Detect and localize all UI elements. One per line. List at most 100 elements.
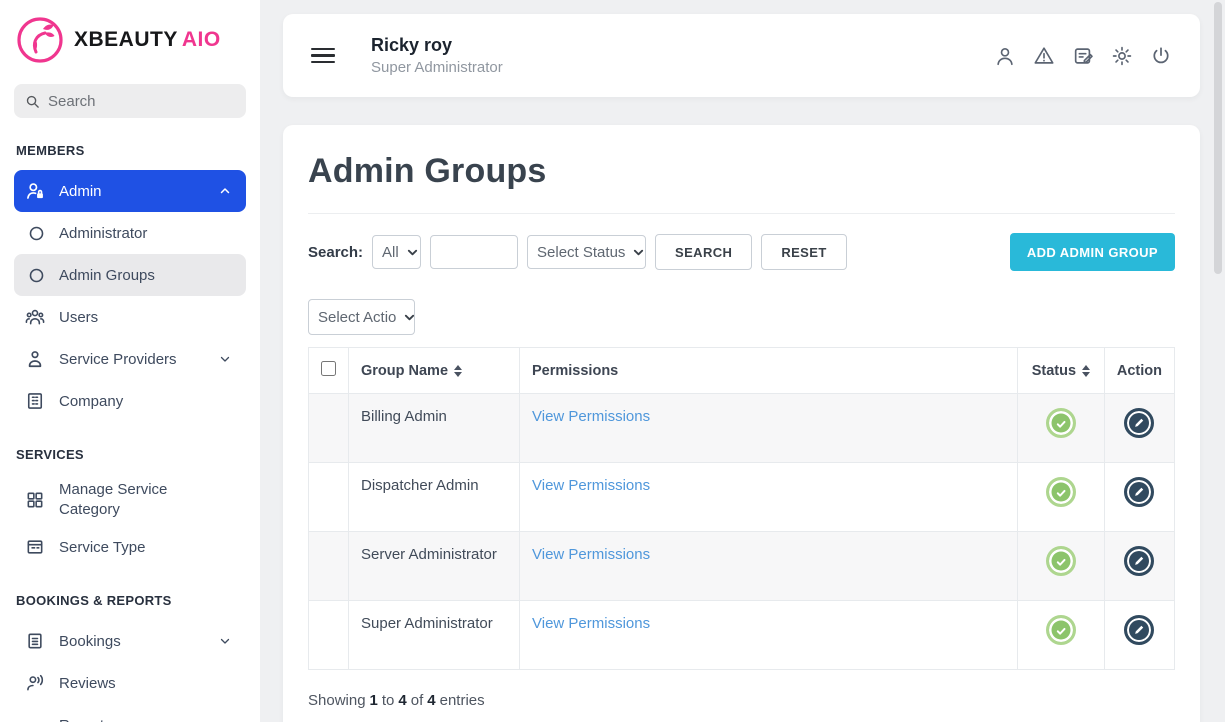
entries-text: of	[411, 692, 424, 709]
users-icon	[25, 307, 45, 327]
column-label: Permissions	[532, 363, 618, 379]
group-name-cell: Super Administrator	[349, 601, 520, 670]
sort-icon[interactable]	[454, 365, 462, 377]
view-permissions-link[interactable]: View Permissions	[532, 477, 650, 494]
page-title: Admin Groups	[308, 150, 1175, 214]
admin-groups-card: Admin Groups Search: All Select Status S…	[283, 125, 1200, 722]
status-active-icon[interactable]	[1046, 408, 1076, 438]
sidebar-item-label: Bookings	[59, 633, 121, 650]
edit-pencil-icon[interactable]	[1124, 615, 1154, 645]
sidebar-item-label: Service Providers	[59, 351, 177, 368]
entries-end: 4	[398, 692, 406, 709]
bookings-document-icon	[25, 631, 45, 651]
sidebar-item-service-type[interactable]: Service Type	[14, 526, 246, 568]
status-cell	[1017, 394, 1104, 463]
sidebar-item-label: Admin	[59, 183, 102, 200]
entries-total: 4	[427, 692, 435, 709]
sidebar-search[interactable]	[14, 84, 246, 118]
entries-text: to	[382, 692, 395, 709]
chevron-down-icon	[407, 247, 418, 258]
sidebar-item-service-providers[interactable]: Service Providers	[14, 338, 246, 380]
form-edit-icon[interactable]	[1072, 45, 1094, 67]
sidebar-item-reports[interactable]: Reports	[14, 704, 246, 722]
alert-icon[interactable]	[1033, 45, 1055, 67]
bulk-action-select[interactable]: Select Actio	[308, 299, 415, 335]
sidebar-item-reviews[interactable]: Reviews	[14, 662, 246, 704]
topbar-icons	[994, 45, 1172, 67]
admin-user-lock-icon	[25, 181, 45, 201]
reset-button[interactable]: RESET	[761, 234, 846, 270]
permissions-cell: View Permissions	[520, 601, 1018, 670]
page-scrollbar[interactable]	[1214, 2, 1223, 720]
sidebar-item-admin[interactable]: Admin	[14, 170, 246, 212]
column-header-group-name[interactable]: Group Name	[349, 348, 520, 394]
entries-text: entries	[440, 692, 485, 709]
sidebar-section-members: MEMBERS	[16, 143, 246, 158]
search-field-select[interactable]: All	[372, 235, 421, 269]
sidebar-item-label: Company	[59, 393, 123, 410]
status-cell	[1017, 463, 1104, 532]
sidebar-item-manage-service-category[interactable]: Manage Service Category	[14, 474, 246, 526]
user-block[interactable]: Ricky roy Super Administrator	[371, 35, 503, 76]
sidebar-item-administrator[interactable]: Administrator	[14, 212, 246, 254]
reviews-icon	[25, 673, 45, 693]
search-button[interactable]: SEARCH	[655, 234, 752, 270]
edit-pencil-icon[interactable]	[1124, 408, 1154, 438]
entries-start: 1	[370, 692, 378, 709]
menu-toggle-button[interactable]	[311, 48, 335, 64]
search-icon	[25, 94, 40, 109]
profile-icon[interactable]	[994, 45, 1016, 67]
search-term-input[interactable]	[430, 235, 518, 269]
chevron-up-icon	[215, 185, 235, 197]
brand-accent: AIO	[182, 28, 221, 51]
status-active-icon[interactable]	[1046, 477, 1076, 507]
sidebar-item-company[interactable]: Company	[14, 380, 246, 422]
grid-icon	[25, 490, 45, 510]
brand[interactable]: XBEAUTYAIO	[14, 16, 246, 64]
sort-icon[interactable]	[1082, 365, 1090, 377]
row-checkbox-cell	[309, 463, 349, 532]
power-icon[interactable]	[1150, 45, 1172, 67]
group-name-cell: Server Administrator	[349, 532, 520, 601]
status-active-icon[interactable]	[1046, 615, 1076, 645]
sidebar-item-label: Admin Groups	[59, 267, 155, 284]
edit-pencil-icon[interactable]	[1124, 546, 1154, 576]
chevron-down-icon	[215, 353, 235, 365]
permissions-cell: View Permissions	[520, 532, 1018, 601]
brand-primary: XBEAUTY	[74, 28, 178, 51]
brand-name: XBEAUTYAIO	[74, 28, 221, 52]
sidebar-item-label: Reviews	[59, 675, 116, 692]
select-all-checkbox[interactable]	[321, 361, 336, 376]
row-checkbox-cell	[309, 532, 349, 601]
action-cell	[1104, 463, 1174, 532]
edit-pencil-icon[interactable]	[1124, 477, 1154, 507]
chevron-down-icon	[633, 247, 644, 258]
view-permissions-link[interactable]: View Permissions	[532, 546, 650, 563]
column-label: Status	[1032, 363, 1076, 379]
sidebar-item-bookings[interactable]: Bookings	[14, 620, 246, 662]
scrollbar-thumb[interactable]	[1214, 2, 1222, 274]
settings-gear-icon[interactable]	[1111, 45, 1133, 67]
view-permissions-link[interactable]: View Permissions	[532, 615, 650, 632]
column-header-status[interactable]: Status	[1017, 348, 1104, 394]
sidebar-item-label: Reports	[59, 717, 112, 722]
content-area: Ricky roy Super Administrator	[260, 0, 1225, 722]
sidebar-section-bookings-reports: BOOKINGS & REPORTS	[16, 593, 246, 608]
table-header-row: Group Name Permissions Status Action	[309, 348, 1175, 394]
user-name: Ricky roy	[371, 35, 503, 56]
status-active-icon[interactable]	[1046, 546, 1076, 576]
sidebar-item-admin-groups[interactable]: Admin Groups	[14, 254, 246, 296]
view-permissions-link[interactable]: View Permissions	[532, 408, 650, 425]
status-select[interactable]: Select Status	[527, 235, 646, 269]
sidebar: XBEAUTYAIO MEMBERS Admin Administrator A…	[0, 0, 260, 722]
table-row: Billing Admin View Permissions	[309, 394, 1175, 463]
group-name-cell: Billing Admin	[349, 394, 520, 463]
user-role: Super Administrator	[371, 59, 503, 76]
sidebar-item-users[interactable]: Users	[14, 296, 246, 338]
radio-circle-icon	[28, 225, 45, 242]
sidebar-search-input[interactable]	[48, 93, 235, 110]
sidebar-section-services: SERVICES	[16, 447, 246, 462]
reports-chart-icon	[25, 715, 45, 722]
add-admin-group-button[interactable]: ADD ADMIN GROUP	[1010, 233, 1175, 271]
table-row: Super Administrator View Permissions	[309, 601, 1175, 670]
